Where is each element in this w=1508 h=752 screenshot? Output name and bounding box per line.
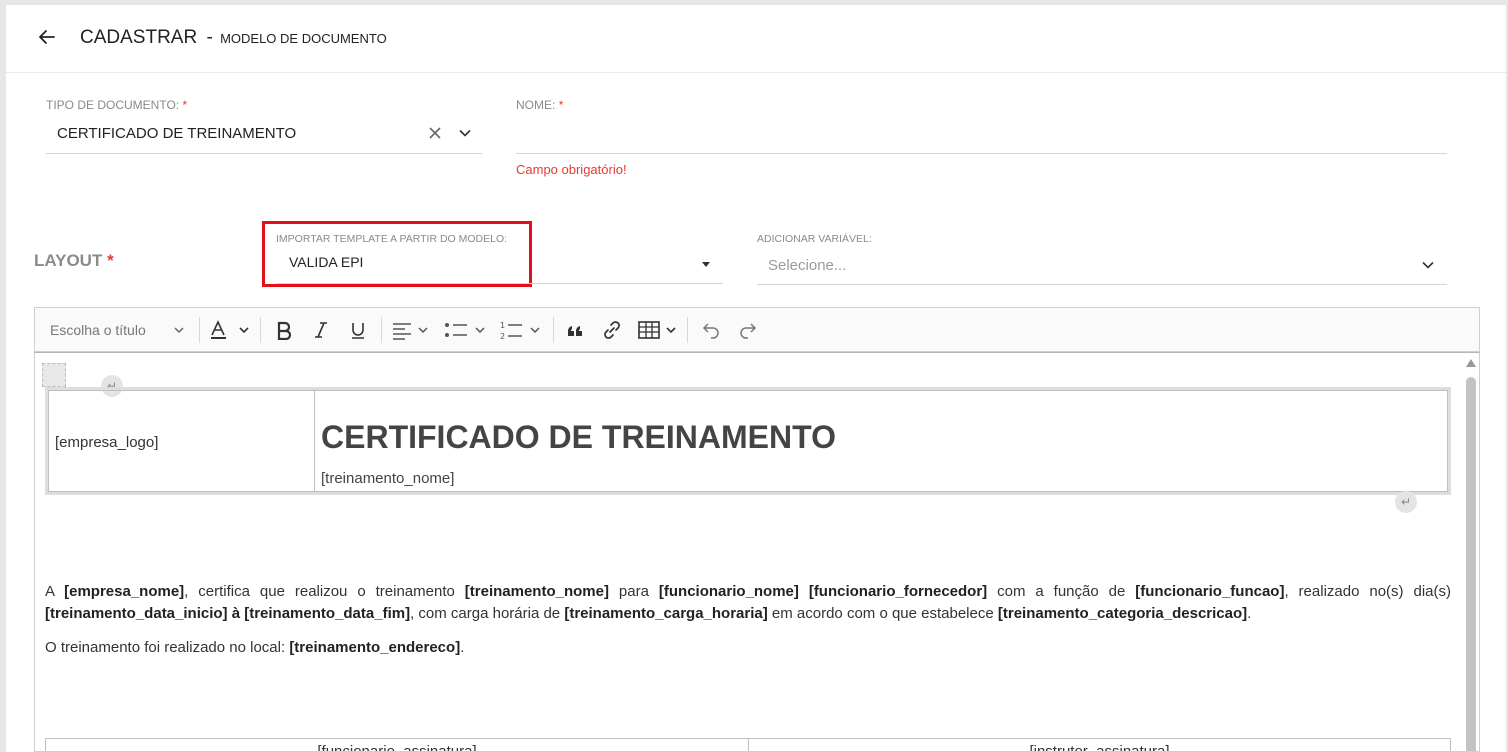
blockquote-icon[interactable] [561,308,589,351]
nome-label: NOME: * [516,98,564,112]
page-title-separator: - [206,27,213,48]
logo-placeholder: [empresa_logo] [55,434,159,451]
italic-icon[interactable] [305,308,337,351]
title-cell[interactable]: CERTIFICADO DE TREINAMENTO [treinamento_… [315,390,1448,492]
chevron-down-icon[interactable] [457,125,473,141]
required-marker: * [107,251,114,270]
variable-tag: [empresa_nome] [64,583,185,600]
toolbar-separator [260,317,261,343]
required-marker: * [182,98,188,112]
variable-tag: [treinamento_nome] [464,583,609,600]
variable-tag: [treinamento_carga_horaria] [564,605,768,622]
clear-icon[interactable] [427,125,443,141]
undo-icon[interactable] [695,308,727,351]
importar-template-select[interactable]: VALIDA EPI [276,249,723,284]
chevron-down-icon [174,327,184,334]
variable-tag: [treinamento_endereco] [289,639,461,656]
signature-left-cell[interactable]: [funcionario_assinatura] [46,739,749,751]
align-icon[interactable] [387,308,435,351]
toolbar-separator [687,317,688,343]
table-icon[interactable] [635,308,683,351]
certificate-subheading: [treinamento_nome] [321,470,455,487]
variable-tag: [treinamento_categoria_descricao] [997,605,1248,622]
editor-scrollbar[interactable] [1463,353,1479,751]
page-title-main: CADASTRAR [80,27,198,48]
underline-icon[interactable] [342,308,374,351]
page-card: CADASTRAR - MODELO DE DOCUMENTO TIPO DE … [6,5,1506,752]
tipo-documento-value: CERTIFICADO DE TREINAMENTO [57,125,297,142]
bold-icon[interactable] [268,308,300,351]
scroll-up-icon[interactable] [1466,359,1476,367]
chevron-down-icon[interactable] [1420,257,1436,273]
page-header: CADASTRAR - MODELO DE DOCUMENTO [6,5,1506,73]
adicionar-variavel-label: ADICIONAR VARIÁVEL: [757,233,872,245]
layout-label: LAYOUT * [34,251,114,270]
toolbar-separator [199,317,200,343]
bulleted-list-icon[interactable] [440,308,492,351]
variable-tag: [funcionario_funcao] [1135,583,1285,600]
nome-input[interactable] [516,115,1447,154]
location-paragraph[interactable]: O treinamento foi realizado no local: [t… [45,637,1451,659]
font-color-icon[interactable] [207,308,255,351]
numbered-list-icon[interactable]: 12 [497,308,549,351]
certificate-paragraph[interactable]: A [empresa_nome], certifica que realizou… [45,581,1451,625]
page-title: CADASTRAR - MODELO DE DOCUMENTO [80,27,387,49]
back-arrow-icon[interactable] [36,26,58,48]
page-subtitle: MODELO DE DOCUMENTO [220,31,387,46]
link-icon[interactable] [598,308,626,351]
logo-cell[interactable]: [empresa_logo] [48,390,315,492]
importar-template-value: VALIDA EPI [289,254,364,270]
signature-right-cell[interactable]: [instrutor_assinatura] [749,739,1450,751]
toolbar-separator [553,317,554,343]
signature-table[interactable]: [funcionario_assinatura] [instrutor_assi… [45,738,1451,751]
table-select-handle-icon[interactable] [42,363,66,387]
svg-text:2: 2 [500,332,505,341]
scroll-thumb[interactable] [1466,377,1476,751]
insert-paragraph-icon[interactable]: ↵ [1395,491,1417,513]
variable-tag: [treinamento_data_inicio] à [treinamento… [45,605,411,622]
editor-toolbar: Escolha o título 12 [34,307,1480,352]
heading-dropdown[interactable]: Escolha o título [41,308,189,351]
variable-tag: [funcionario_nome] [funcionario_forneced… [658,583,988,600]
svg-text:1: 1 [500,321,505,330]
header-table[interactable]: [empresa_logo] CERTIFICADO DE TREINAMENT… [45,387,1451,495]
certificate-heading: CERTIFICADO DE TREINAMENTO [321,419,836,455]
importar-template-label: IMPORTAR TEMPLATE A PARTIR DO MODELO: [276,233,508,245]
nome-error-message: Campo obrigatório! [516,162,627,177]
tipo-documento-select[interactable]: CERTIFICADO DE TREINAMENTO [46,115,482,154]
dropdown-caret-icon[interactable] [702,262,710,267]
adicionar-variavel-select[interactable]: Selecione... [757,249,1447,285]
rich-text-editor[interactable]: ↵ [empresa_logo] CERTIFICADO DE TREINAME… [34,352,1480,752]
adicionar-variavel-placeholder: Selecione... [768,257,847,274]
toolbar-separator [381,317,382,343]
tipo-documento-label: TIPO DE DOCUMENTO: * [46,98,188,112]
required-marker: * [558,98,564,112]
redo-icon[interactable] [732,308,764,351]
